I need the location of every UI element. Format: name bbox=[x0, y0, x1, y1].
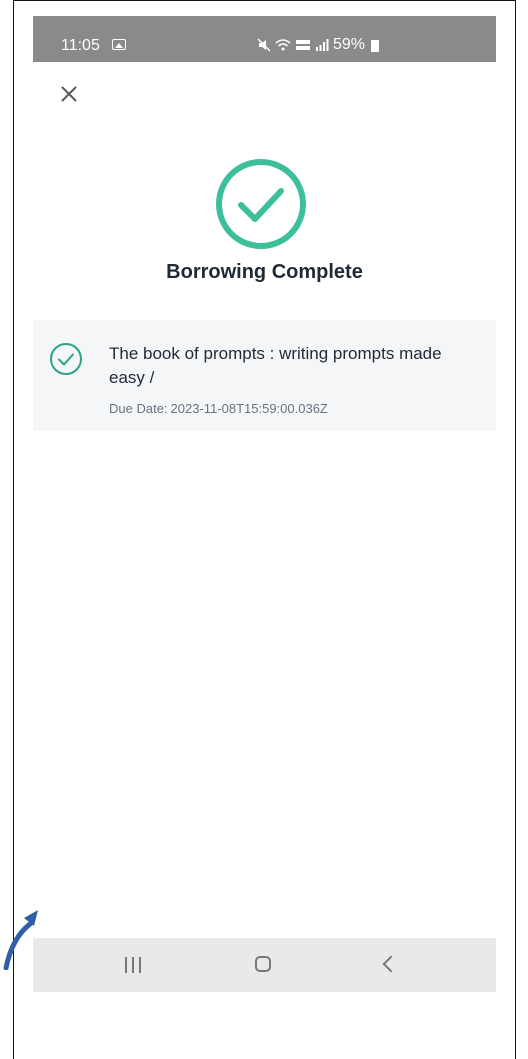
gallery-notification-icon bbox=[112, 39, 126, 50]
item-check-icon bbox=[50, 343, 82, 375]
system-nav-bar bbox=[33, 938, 496, 992]
item-title: The book of prompts : writing prompts ma… bbox=[109, 344, 442, 387]
annotation-arrow-icon bbox=[3, 910, 38, 970]
due-date-value: 2023-11-08T15:59:00.036Z bbox=[170, 401, 328, 416]
page-title: Borrowing Complete bbox=[166, 261, 363, 283]
due-date-label: Due Date: bbox=[109, 401, 168, 416]
battery-icon bbox=[371, 40, 380, 52]
status-bar: 11:05 59% bbox=[33, 16, 496, 62]
wifi-icon bbox=[275, 39, 291, 51]
frame-top-border bbox=[13, 0, 516, 1]
check-circle-icon bbox=[216, 159, 306, 249]
home-icon[interactable] bbox=[255, 956, 271, 972]
status-icons: 59% bbox=[257, 36, 380, 54]
battery-percentage: 59% bbox=[333, 36, 366, 53]
item-due-date: Due Date: 2023-11-08T15:59:00.036Z bbox=[109, 401, 328, 416]
mute-icon bbox=[257, 38, 271, 52]
recent-apps-icon[interactable] bbox=[125, 957, 141, 973]
frame-right-border bbox=[515, 0, 516, 1059]
status-time: 11:05 bbox=[61, 37, 100, 54]
signal-icon bbox=[316, 39, 329, 51]
phone-screen: 11:05 59% Borrowing Complete The book of… bbox=[33, 16, 496, 992]
close-button[interactable] bbox=[57, 82, 81, 106]
volte-icon bbox=[296, 40, 310, 50]
borrowed-item-card: The book of prompts : writing prompts ma… bbox=[33, 320, 496, 431]
back-icon[interactable] bbox=[382, 955, 400, 973]
